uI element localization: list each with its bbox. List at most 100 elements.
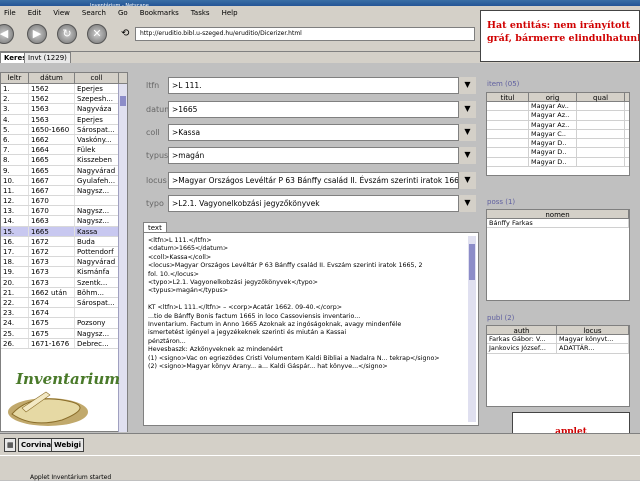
chevron-down-icon[interactable]: ▼ <box>458 124 476 141</box>
menu-file[interactable]: File <box>4 9 16 17</box>
table-row[interactable]: Magyar Az.. <box>487 111 629 121</box>
table-row[interactable]: 16. 1672 Buda <box>1 236 127 247</box>
chevron-down-icon[interactable]: ▼ <box>458 172 476 189</box>
table-row[interactable]: 24. 1675 Pozsony <box>1 318 127 329</box>
field-typus-input[interactable]: >magán <box>168 147 476 164</box>
item-table: titul orig qual Magyar Av.. Magyar Az.. Ma… <box>486 92 630 176</box>
chevron-down-icon[interactable]: ▼ <box>458 147 476 164</box>
table-row[interactable]: 9. 1665 Nagyvárad <box>1 165 127 176</box>
table-row[interactable]: 21. 1662 után Böhm... <box>1 287 127 298</box>
table-row[interactable]: 15. 1665 Kassa <box>1 226 127 237</box>
menu-search[interactable]: Search <box>82 9 106 17</box>
table-cell: 1665 <box>29 165 75 175</box>
menu-tasks[interactable]: Tasks <box>191 9 210 17</box>
chevron-down-icon[interactable]: ▼ <box>458 101 476 118</box>
col-header-ltfn[interactable]: leltr <box>1 73 29 83</box>
menu-view[interactable]: View <box>53 9 70 17</box>
table-row[interactable]: Magyar C.. <box>487 129 629 140</box>
table-cell: 1673 <box>29 277 75 287</box>
field-coll-input[interactable]: >Kassa <box>168 124 476 141</box>
table-row[interactable]: 1. 1562 Eperjes <box>1 84 127 95</box>
table-row[interactable]: Magyar D.. <box>487 157 629 168</box>
table-row[interactable]: 22. 1674 Sárospat... <box>1 297 127 309</box>
tab-text[interactable]: text <box>143 222 167 232</box>
table-cell: 1. <box>1 84 29 94</box>
corvina-button[interactable]: Corvina <box>18 438 55 452</box>
text-scroll-thumb[interactable] <box>469 244 475 280</box>
col-header-nomen[interactable]: nomen <box>487 210 629 219</box>
text-line: (1) <signo>Vac on egriezödes Cristi Volu… <box>148 354 440 362</box>
back-button[interactable]: ◀ <box>0 24 14 44</box>
forward-button[interactable]: ▶ <box>27 24 47 44</box>
menu-edit[interactable]: Edit <box>28 9 42 17</box>
field-datum-input[interactable]: >1665 <box>168 101 476 118</box>
table-row[interactable]: Farkas Gábor: V... Magyar könyvt... <box>487 335 629 345</box>
text-line: <coll>Kassa</coll> <box>148 253 212 261</box>
table-row[interactable]: Bánffy Farkas <box>487 219 629 229</box>
table-row[interactable]: 14. 1663 Nagysz... <box>1 216 127 227</box>
table-cell: Sárospat... <box>75 124 119 134</box>
text-line: <typus>magán</typus> <box>148 287 228 295</box>
table-cell: 1562 <box>29 84 75 94</box>
col-header-coll[interactable]: coll <box>75 73 119 83</box>
table-row[interactable]: 25. 1675 Nagysz... <box>1 328 127 339</box>
menu-go[interactable]: Go <box>118 9 128 17</box>
table-row[interactable]: 4. 1563 Eperjes <box>1 114 127 125</box>
table-row[interactable]: Magyar D.. <box>487 148 629 158</box>
table-row[interactable]: 11. 1667 Nagysz... <box>1 185 127 197</box>
col-header-auth[interactable]: auth <box>487 326 557 335</box>
table-cell: Kisszeben <box>75 155 119 165</box>
table-cell: Eperjes <box>75 114 119 124</box>
col-header-orig[interactable]: orig <box>529 93 577 102</box>
table-row[interactable]: Magyar D.. <box>487 139 629 149</box>
tab-inventory[interactable]: Invt (1229) <box>24 52 71 63</box>
publ-table: auth locus Farkas Gábor: V... Magyar köny… <box>486 325 630 407</box>
table-row[interactable]: Magyar Az.. <box>487 120 629 130</box>
table-row[interactable]: 12. 1670 <box>1 196 127 207</box>
table-row[interactable]: 13. 1670 Nagysz... <box>1 206 127 217</box>
table-cell: 8. <box>1 155 29 165</box>
table-row[interactable]: 7. 1664 Fülek <box>1 145 127 156</box>
table-row[interactable]: 10. 1667 Gyulafeh... <box>1 175 127 186</box>
table-row[interactable]: 17. 1672 Pottendorf <box>1 247 127 258</box>
field-ltfn-input[interactable]: >L 111. <box>168 77 476 94</box>
table-row[interactable]: 23. 1674 <box>1 308 127 319</box>
table-row[interactable]: 26. 1671-1676 Debrec... <box>1 338 127 349</box>
menu-help[interactable]: Help <box>222 9 238 17</box>
table-cell: 1675 <box>29 318 75 328</box>
table-row[interactable]: 2. 1562 Szepesh... <box>1 94 127 105</box>
url-input[interactable]: http://eruditio.bibl.u-szeged.hu/eruditi… <box>135 27 475 41</box>
table-row[interactable]: 20. 1673 Szentk... <box>1 277 127 288</box>
chevron-down-icon[interactable]: ▼ <box>458 77 476 94</box>
grid-icon[interactable]: ▦ <box>4 438 16 452</box>
col-header-datum[interactable]: dátum <box>29 73 75 83</box>
table-row[interactable]: 6. 1662 Vaskóny... <box>1 134 127 146</box>
reload-button[interactable]: ↻ <box>57 24 77 44</box>
chevron-down-icon[interactable]: ▼ <box>458 195 476 212</box>
table-cell: 10. <box>1 175 29 185</box>
menu-bookmarks[interactable]: Bookmarks <box>140 9 179 17</box>
webigi-button[interactable]: Webigi <box>51 438 85 452</box>
stop-button[interactable]: ✕ <box>87 24 107 44</box>
field-locus-input[interactable]: >Magyar Országos Levéltár P 63 Bánffy cs… <box>168 172 476 189</box>
table-cell: 26. <box>1 338 29 348</box>
table-row[interactable]: Jankovics József... ADATTÁR... <box>487 344 629 354</box>
table-cell: Szentk... <box>75 277 119 287</box>
table-cell: 22. <box>1 297 29 308</box>
table-cell: Eperjes <box>75 84 119 94</box>
field-typo-input[interactable]: >L2.1. Vagyonelkobzási jegyzőkönyvek <box>168 195 476 212</box>
table-cell <box>487 120 529 129</box>
table-row[interactable]: 8. 1665 Kisszeben <box>1 155 127 166</box>
scroll-thumb[interactable] <box>120 96 126 106</box>
table-cell: Magyar D.. <box>529 148 577 157</box>
col-header-titul[interactable]: titul <box>487 93 529 102</box>
table-row[interactable]: 5. 1650-1660 Sárospat... <box>1 124 127 135</box>
col-header-locus[interactable]: locus <box>557 326 629 335</box>
text-scrollbar[interactable] <box>468 236 476 422</box>
table-row[interactable]: 19. 1673 Kismánfa <box>1 267 127 278</box>
table-row[interactable]: 18. 1673 Nagyvárad <box>1 257 127 268</box>
table-row[interactable]: 3. 1563 Nagyváza <box>1 104 127 115</box>
table-row[interactable]: Magyar Av.. <box>487 102 629 112</box>
col-header-qual[interactable]: qual <box>577 93 625 102</box>
record-text-area[interactable]: <ltfn>L 111.</ltfn> <datum>1665</datum> <c… <box>143 232 479 426</box>
